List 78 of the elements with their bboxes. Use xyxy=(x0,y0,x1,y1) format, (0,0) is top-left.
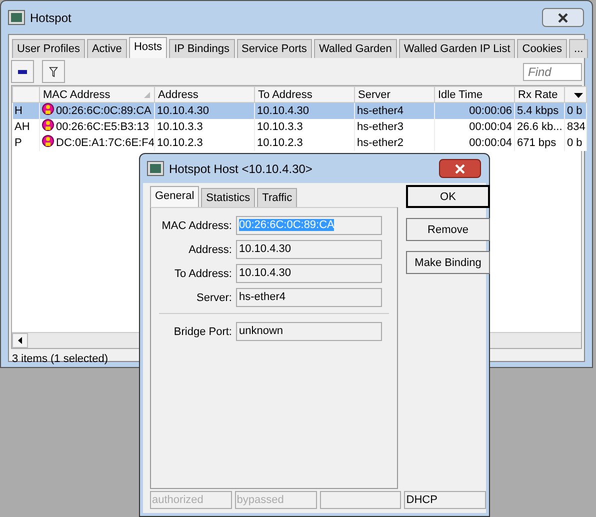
tab[interactable]: User Profiles xyxy=(12,39,85,58)
table-cell: 10.10.3.3 xyxy=(154,118,254,134)
field-label: MAC Address: xyxy=(160,218,233,232)
table-cell: H xyxy=(12,102,40,118)
table-cell: 00:00:06 xyxy=(434,102,514,118)
sort-icon xyxy=(144,92,150,98)
column-header[interactable]: MAC Address xyxy=(40,86,154,102)
dialog-title: Hotspot Host <10.10.4.30> xyxy=(169,162,312,176)
tab[interactable]: Cookies xyxy=(517,39,568,58)
table-row[interactable]: H 00:26:6C:0C:89:CA 10.10.4.30 10.10.4.30 hs-ether4 00:00:06 5.4 kbps 0 b xyxy=(12,102,586,118)
tab[interactable]: ... xyxy=(569,39,588,58)
close-icon xyxy=(454,164,466,174)
table-row[interactable]: AH 00:26:6C:E5:B3:13 10.10.3.3 10.10.3.3 hs-ether3 00:00:04 26.6 kb... 834 xyxy=(12,118,586,134)
scroll-left-button[interactable] xyxy=(12,333,28,348)
close-icon xyxy=(557,12,569,22)
filter-button[interactable] xyxy=(42,60,65,83)
column-header[interactable]: Rx Rate xyxy=(514,86,564,102)
table-cell: 10.10.2.3 xyxy=(254,134,354,150)
tab[interactable]: General xyxy=(150,186,200,207)
dialog-button[interactable]: Remove xyxy=(406,218,490,241)
table-cell: hs-ether2 xyxy=(354,134,434,150)
column-header[interactable]: Address xyxy=(154,86,254,102)
status-flag: authorized xyxy=(150,491,232,509)
field-label: Server: xyxy=(196,290,233,304)
tab[interactable]: Hosts xyxy=(128,37,168,58)
table-cell: 10.10.4.30 xyxy=(154,102,254,118)
table-cell: 10.10.2.3 xyxy=(154,134,254,150)
table-cell: 00:26:6C:0C:89:CA xyxy=(56,105,152,118)
dialog-button[interactable]: OK xyxy=(406,185,490,208)
host-icon xyxy=(42,119,54,132)
tab[interactable]: Walled Garden xyxy=(314,39,397,58)
host-icon xyxy=(42,103,54,116)
text-field[interactable]: 10.10.4.30 xyxy=(236,264,382,283)
app-icon xyxy=(148,162,163,175)
table-cell: 00:00:04 xyxy=(434,118,514,134)
tab[interactable]: Traffic xyxy=(257,188,298,207)
text-field[interactable]: unknown xyxy=(236,322,382,341)
app-icon xyxy=(9,11,24,24)
table-cell: 0 b xyxy=(564,134,586,150)
dialog-button[interactable]: Make Binding xyxy=(406,251,490,274)
status-text: 3 items (1 selected) xyxy=(11,352,109,367)
column-header[interactable]: Server xyxy=(354,86,434,102)
table-cell: 26.6 kb... xyxy=(514,118,564,134)
status-flag: DHCP xyxy=(404,491,486,509)
table-cell: 10.10.4.30 xyxy=(254,102,354,118)
tab[interactable]: IP Bindings xyxy=(169,39,235,58)
field-label: To Address: xyxy=(174,266,233,280)
minus-icon xyxy=(18,70,27,74)
table-cell: 00:00:04 xyxy=(434,134,514,150)
tab[interactable]: Statistics xyxy=(201,188,256,207)
table-cell: hs-ether4 xyxy=(354,102,434,118)
caret-icon xyxy=(574,92,583,98)
remove-button[interactable] xyxy=(11,60,34,83)
filter-icon xyxy=(49,64,58,78)
table-cell: 00:26:6C:E5:B3:13 xyxy=(56,121,149,133)
table-cell: 671 bps xyxy=(514,134,564,150)
table-cell: 5.4 kbps xyxy=(514,102,564,118)
table-cell: 834 xyxy=(564,118,586,134)
column-header[interactable]: To Address xyxy=(254,86,354,102)
close-button[interactable] xyxy=(542,8,584,27)
column-header[interactable]: Idle Time xyxy=(434,86,514,102)
close-button[interactable] xyxy=(439,159,481,178)
field-label: Bridge Port: xyxy=(172,324,233,338)
field-label: Address: xyxy=(188,242,233,256)
host-icon xyxy=(42,135,54,148)
window-title: Hotspot xyxy=(30,10,72,24)
table-cell: hs-ether3 xyxy=(354,118,434,134)
tab[interactable]: Service Ports xyxy=(236,39,312,58)
table-cell: P xyxy=(12,134,40,150)
table-cell: AH xyxy=(12,118,40,134)
left-arrow-icon xyxy=(18,337,22,344)
find-field[interactable]: Find xyxy=(523,62,582,80)
status-flag: bypassed xyxy=(234,491,316,509)
text-field[interactable]: 10.10.4.30 xyxy=(236,240,382,259)
text-field[interactable]: hs-ether4 xyxy=(236,288,382,307)
tab[interactable]: Walled Garden IP List xyxy=(398,39,516,58)
table-cell: 10.10.3.3 xyxy=(254,118,354,134)
tab[interactable]: Active xyxy=(86,39,127,58)
